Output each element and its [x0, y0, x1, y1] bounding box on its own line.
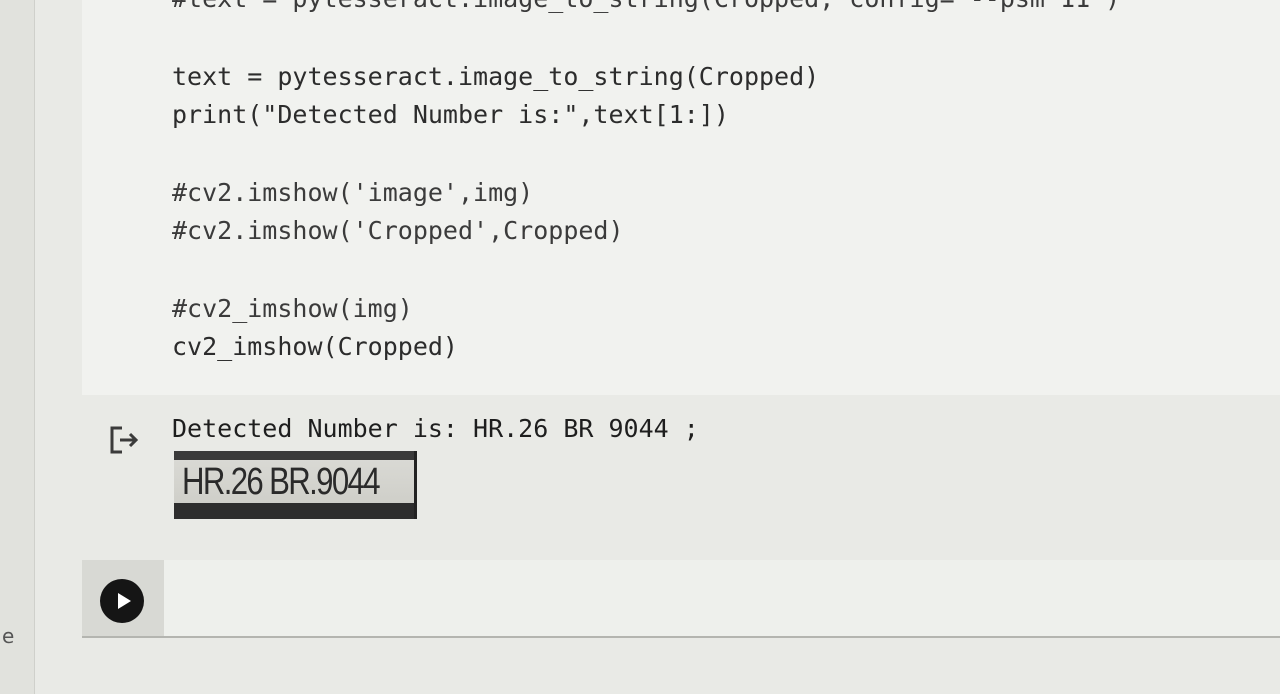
cell-divider	[82, 636, 1280, 638]
plate-text: HR.26 BR.9044	[182, 461, 381, 503]
code-line: #cv2.imshow('image',img)	[172, 178, 534, 207]
code-line: #cv2.imshow('Cropped',Cropped)	[172, 216, 624, 245]
code-editor[interactable]: #text = pytesseract.image_to_string(Crop…	[172, 0, 1120, 366]
code-line: cv2_imshow(Cropped)	[172, 332, 458, 361]
run-button[interactable]	[100, 579, 144, 623]
code-line: print("Detected Number is:",text[1:])	[172, 100, 729, 129]
rail-letter: e	[2, 624, 15, 648]
left-rail: e	[0, 0, 35, 694]
empty-code-cell[interactable]	[164, 560, 1280, 636]
code-line: #cv2_imshow(img)	[172, 294, 413, 323]
output-text: Detected Number is: HR.26 BR 9044 ;	[172, 414, 699, 443]
code-line: text = pytesseract.image_to_string(Cropp…	[172, 62, 820, 91]
code-line: #text = pytesseract.image_to_string(Crop…	[172, 0, 1120, 18]
output-arrow-icon	[110, 426, 139, 454]
play-icon	[117, 593, 131, 609]
license-plate-image: HR.26 BR.9044	[174, 451, 417, 519]
